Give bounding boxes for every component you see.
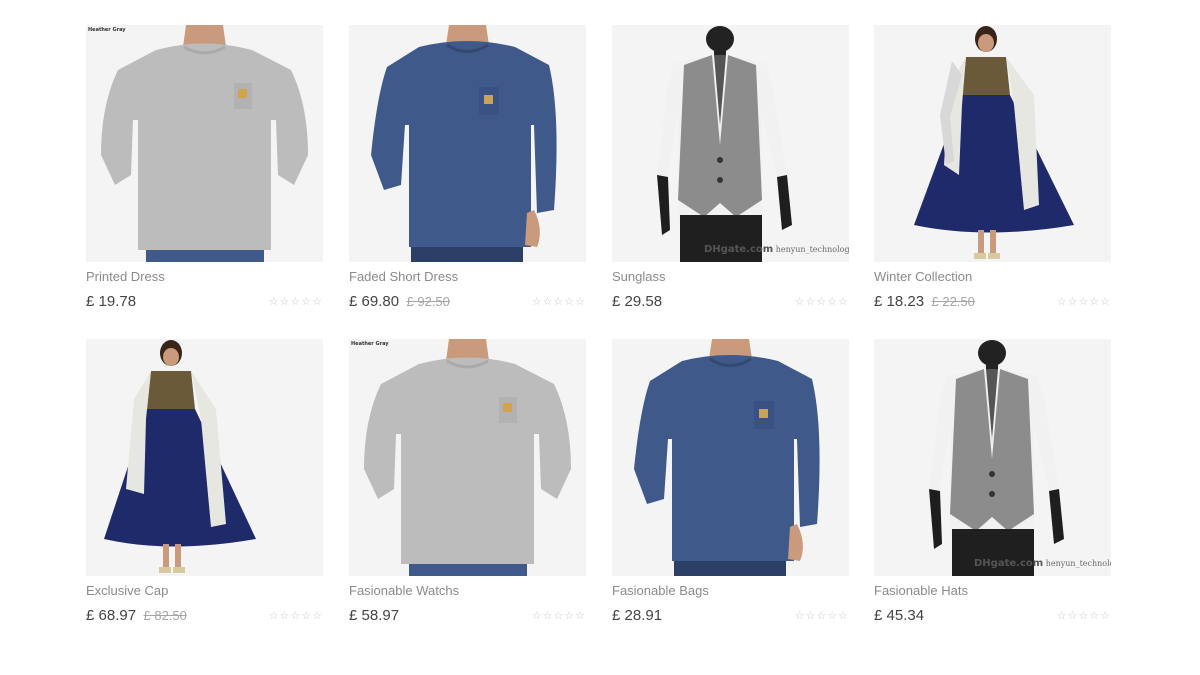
price-row: £ 68.97 £ 82.50	[86, 607, 187, 625]
price-row: £ 69.80 £ 92.50	[349, 293, 450, 311]
star-rating[interactable]: ☆☆☆☆☆	[795, 609, 849, 622]
star-rating[interactable]: ☆☆☆☆☆	[532, 295, 586, 308]
image-watermark: DHgate.com henyun_technology	[704, 244, 849, 255]
price-row: £ 28.91	[612, 607, 665, 625]
product-card[interactable]: DHgate.com henyun_technology Fasionable …	[874, 339, 1111, 639]
product-price: £ 28.91	[612, 607, 663, 624]
product-price: £ 19.78	[86, 293, 137, 310]
product-price: £ 29.58	[612, 293, 663, 310]
grey-longsleeve-tee-image	[349, 339, 586, 576]
grey-vest-mannequin-image	[612, 25, 849, 262]
star-rating[interactable]: ☆☆☆☆☆	[269, 609, 323, 622]
star-rating[interactable]: ☆☆☆☆☆	[1057, 609, 1111, 622]
star-rating[interactable]: ☆☆☆☆☆	[269, 295, 323, 308]
product-title[interactable]: Fasionable Bags	[612, 583, 709, 598]
product-image[interactable]: Heather Gray	[349, 339, 586, 576]
product-card[interactable]: Heather Gray Printed Dress £ 19.78 ☆☆☆☆☆	[86, 25, 323, 325]
product-image[interactable]	[86, 339, 323, 576]
navy-longsleeve-tee-image	[349, 25, 586, 262]
variant-tag: Heather Gray	[88, 27, 126, 33]
product-image[interactable]: DHgate.com henyun_technology	[874, 339, 1111, 576]
product-card[interactable]: Winter Collection £ 18.23 £ 22.50 ☆☆☆☆☆	[874, 25, 1111, 325]
star-rating[interactable]: ☆☆☆☆☆	[532, 609, 586, 622]
product-card[interactable]: Exclusive Cap £ 68.97 £ 82.50 ☆☆☆☆☆	[86, 339, 323, 639]
product-price: £ 68.97	[86, 607, 137, 624]
product-price: £ 45.34	[874, 607, 925, 624]
product-card[interactable]: Heather Gray Fasionable Watchs £ 58.97 ☆…	[349, 339, 586, 639]
product-image[interactable]: Heather Gray	[86, 25, 323, 262]
grey-longsleeve-tee-image	[86, 25, 323, 262]
product-title[interactable]: Printed Dress	[86, 269, 165, 284]
product-title[interactable]: Winter Collection	[874, 269, 972, 284]
product-title[interactable]: Exclusive Cap	[86, 583, 168, 598]
product-image[interactable]	[612, 339, 849, 576]
price-row: £ 29.58	[612, 293, 665, 311]
variant-tag: Heather Gray	[351, 341, 389, 347]
product-price: £ 58.97	[349, 607, 400, 624]
price-row: £ 19.78	[86, 293, 139, 311]
product-grid: Heather Gray Printed Dress £ 19.78 ☆☆☆☆☆…	[0, 0, 1200, 675]
product-image[interactable]	[874, 25, 1111, 262]
grey-vest-mannequin-image	[874, 339, 1111, 576]
product-image[interactable]: DHgate.com henyun_technology	[612, 25, 849, 262]
price-row: £ 18.23 £ 22.50	[874, 293, 975, 311]
navy-longsleeve-tee-image	[612, 339, 849, 576]
product-title[interactable]: Fasionable Watchs	[349, 583, 459, 598]
navy-anarkali-dress-image	[874, 25, 1111, 262]
product-old-price: £ 92.50	[406, 294, 450, 309]
star-rating[interactable]: ☆☆☆☆☆	[795, 295, 849, 308]
product-card[interactable]: Faded Short Dress £ 69.80 £ 92.50 ☆☆☆☆☆	[349, 25, 586, 325]
price-row: £ 45.34	[874, 607, 927, 625]
product-old-price: £ 82.50	[143, 608, 187, 623]
product-image[interactable]	[349, 25, 586, 262]
navy-anarkali-dress-image	[86, 339, 323, 576]
product-price: £ 69.80	[349, 293, 400, 310]
product-title[interactable]: Fasionable Hats	[874, 583, 968, 598]
image-watermark: DHgate.com henyun_technology	[974, 558, 1111, 569]
star-rating[interactable]: ☆☆☆☆☆	[1057, 295, 1111, 308]
product-title[interactable]: Sunglass	[612, 269, 665, 284]
product-title[interactable]: Faded Short Dress	[349, 269, 458, 284]
product-old-price: £ 22.50	[931, 294, 975, 309]
product-card[interactable]: DHgate.com henyun_technology Sunglass £ …	[612, 25, 849, 325]
product-card[interactable]: Fasionable Bags £ 28.91 ☆☆☆☆☆	[612, 339, 849, 639]
price-row: £ 58.97	[349, 607, 402, 625]
product-price: £ 18.23	[874, 293, 925, 310]
